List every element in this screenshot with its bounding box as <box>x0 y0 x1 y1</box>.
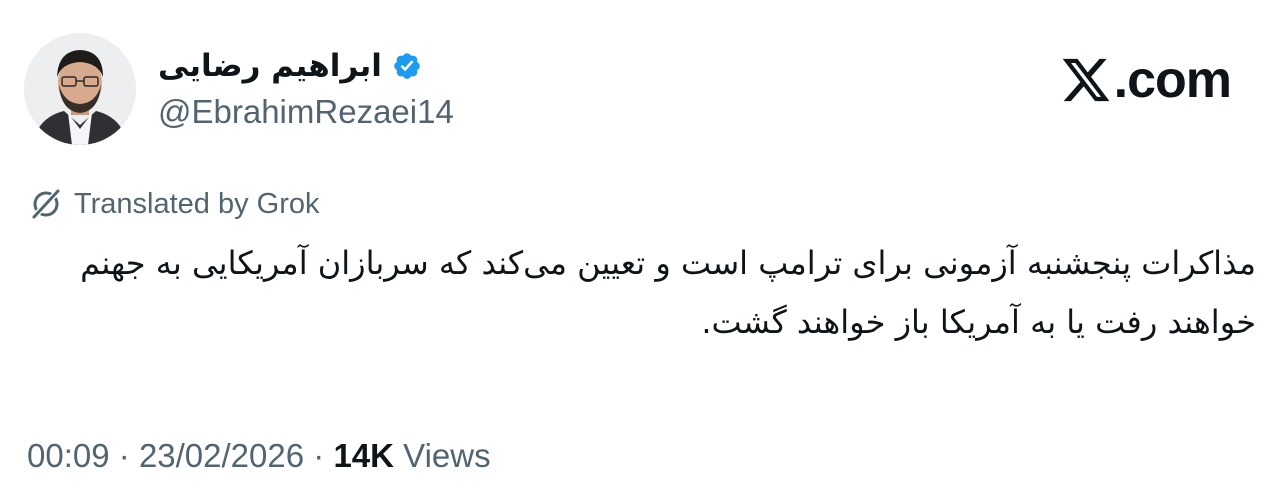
tweet-meta: 00:09 · 23/02/2026 · 14K Views <box>27 432 491 480</box>
brand-logo: .com <box>1060 50 1232 110</box>
brand-text: .com <box>1113 51 1232 109</box>
avatar-portrait-icon <box>24 33 136 145</box>
views-count: 14K <box>333 437 394 474</box>
display-name[interactable]: ابراهیم رضایی <box>158 44 382 88</box>
meta-separator: · <box>118 437 130 474</box>
meta-separator: · <box>313 437 325 474</box>
verified-badge-icon <box>392 51 422 81</box>
author-handle[interactable]: @EbrahimRezaei14 <box>158 88 454 136</box>
x-logo-icon <box>1062 58 1110 102</box>
avatar[interactable] <box>24 33 136 145</box>
translation-notice[interactable]: Translated by Grok <box>28 184 320 224</box>
translated-by-label: Translated by Grok <box>74 188 320 220</box>
author-name-row[interactable]: ابراهیم رضایی <box>158 44 422 88</box>
tweet-text: مذاکرات پنجشنبه آزمونی برای ترامپ است و … <box>80 244 1256 341</box>
views-label: Views <box>403 437 491 474</box>
grok-icon <box>31 188 61 220</box>
tweet-time[interactable]: 00:09 <box>27 437 110 474</box>
tweet-date[interactable]: 23/02/2026 <box>139 437 304 474</box>
